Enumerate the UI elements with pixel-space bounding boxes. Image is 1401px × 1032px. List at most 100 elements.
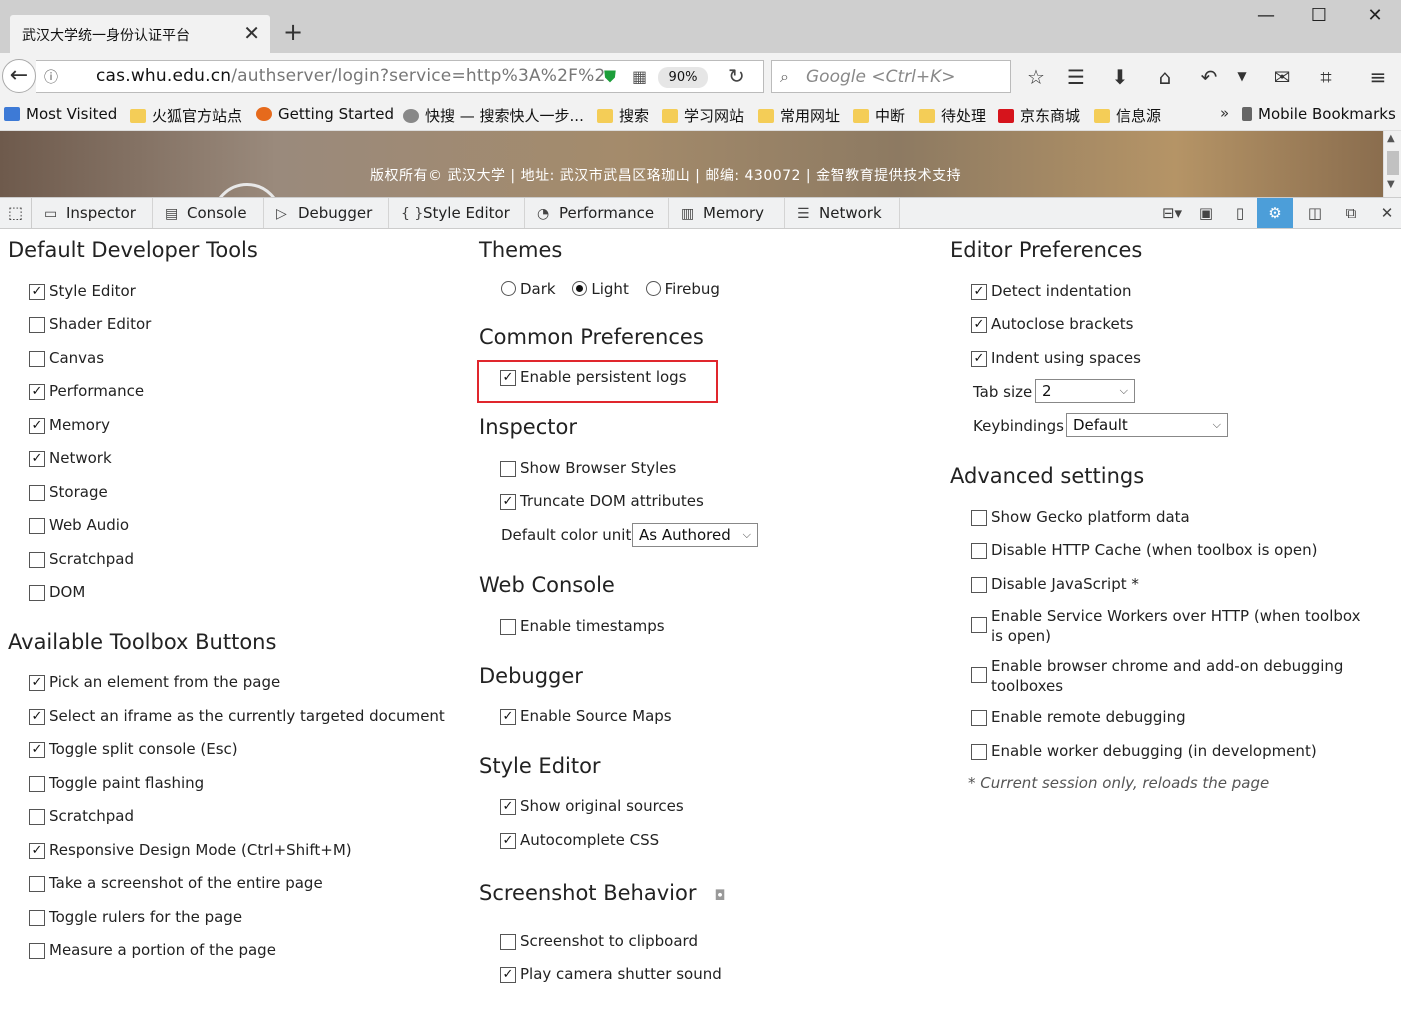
checkbox[interactable] [500, 461, 516, 477]
bookmark-item[interactable]: 信息源 [1094, 105, 1161, 126]
theme-radio-firebug[interactable] [645, 281, 661, 296]
checkbox[interactable]: ✓ [29, 418, 45, 434]
checkbox[interactable] [29, 351, 45, 367]
checkbox-option[interactable]: Disable JavaScript * [971, 575, 1139, 593]
settings-icon[interactable]: ⚙ [1257, 198, 1293, 228]
checkbox[interactable]: ✓ [500, 370, 516, 386]
minimize-button[interactable]: — [1246, 2, 1286, 30]
close-toolbox-icon[interactable]: ✕ [1369, 198, 1401, 228]
checkbox[interactable] [29, 518, 45, 534]
checkbox-option[interactable]: Storage [29, 483, 108, 501]
new-tab-button[interactable]: + [283, 18, 303, 46]
checkbox-option[interactable]: ✓ Indent using spaces [971, 349, 1141, 367]
color-unit-select[interactable]: As Authored ⌵ [632, 523, 758, 547]
bookmarks-overflow-button[interactable]: » [1220, 104, 1229, 122]
bookmark-item[interactable]: 京东商城 [998, 105, 1080, 126]
checkbox[interactable] [29, 943, 45, 959]
tab-debugger[interactable]: ▷ Debugger [264, 198, 389, 228]
checkbox-option[interactable]: Web Audio [29, 516, 129, 534]
checkbox[interactable]: ✓ [29, 384, 45, 400]
search-bar[interactable]: ⌕ Google <Ctrl+K> [771, 60, 1011, 93]
checkbox-option[interactable]: ✓ Toggle split console (Esc) [29, 740, 238, 758]
checkbox[interactable] [29, 585, 45, 601]
theme-radio-dark[interactable] [501, 281, 516, 296]
checkbox[interactable]: ✓ [29, 742, 45, 758]
bookmark-item[interactable]: Most Visited [4, 105, 117, 123]
keybindings-select[interactable]: Default ⌵ [1066, 413, 1228, 437]
checkbox-option[interactable]: Scratchpad [29, 807, 134, 825]
checkbox-option[interactable]: ✓ Style Editor [29, 282, 136, 300]
tab-inspector[interactable]: ▭ Inspector [32, 198, 153, 228]
scroll-up-icon[interactable]: ▲ [1387, 133, 1395, 144]
bookmark-item[interactable]: 学习网站 [662, 105, 744, 126]
bookmark-item[interactable]: 快搜 — 搜索快人一步... [403, 105, 584, 126]
checkbox-option[interactable]: Enable timestamps [500, 617, 665, 635]
checkbox-option[interactable]: ✓ Show original sources [500, 797, 684, 815]
checkbox[interactable] [971, 744, 987, 760]
checkbox-option[interactable]: Take a screenshot of the entire page [29, 874, 323, 892]
checkbox[interactable]: ✓ [500, 967, 516, 983]
bookmark-item[interactable]: 中断 [853, 105, 905, 126]
checkbox-option[interactable]: ✓ Enable Source Maps [500, 707, 672, 725]
checkbox-option[interactable]: ✓ Memory [29, 416, 110, 434]
checkbox[interactable] [500, 934, 516, 950]
tab-size-select[interactable]: 2 ⌵ [1035, 379, 1135, 403]
bookmark-item[interactable]: 搜索 [597, 105, 649, 126]
checkbox-option[interactable]: Enable Service Workers over HTTP (when t… [971, 606, 1371, 646]
element-picker-icon[interactable]: ⬚ [0, 198, 32, 228]
checkbox-option[interactable]: Shader Editor [29, 315, 151, 333]
downloads-icon[interactable]: ⬇ [1106, 65, 1134, 89]
checkbox-option[interactable]: Show Gecko platform data [971, 508, 1190, 526]
bookmark-star-icon[interactable]: ☆ [1022, 65, 1050, 89]
checkbox[interactable]: ✓ [500, 833, 516, 849]
bookmark-item[interactable]: 火狐官方站点 [130, 105, 242, 126]
checkbox-option[interactable]: ✓ Autoclose brackets [971, 315, 1133, 333]
checkbox[interactable]: ✓ [971, 317, 987, 333]
checkbox-option[interactable]: Show Browser Styles [500, 459, 676, 477]
checkbox-option[interactable]: ✓ Pick an element from the page [29, 673, 280, 691]
checkbox[interactable] [971, 710, 987, 726]
checkbox[interactable]: ✓ [29, 451, 45, 467]
checkbox[interactable]: ✓ [29, 843, 45, 859]
checkbox-option[interactable]: ✓ Select an iframe as the currently targe… [29, 707, 445, 725]
chat-icon[interactable]: ✉ [1268, 65, 1296, 89]
checkbox[interactable] [29, 910, 45, 926]
checkbox[interactable] [29, 317, 45, 333]
back-button[interactable]: ← [2, 59, 36, 93]
checkbox-option[interactable]: Disable HTTP Cache (when toolbox is open… [971, 541, 1317, 559]
site-info-icon[interactable]: ⓘ [44, 67, 58, 87]
tab-style-editor[interactable]: { }Style Editor [389, 198, 525, 228]
tab-memory[interactable]: ▥ Memory [669, 198, 785, 228]
checkbox[interactable] [971, 617, 987, 633]
dock-side-icon[interactable]: ◫ [1297, 198, 1333, 228]
frame-selector-icon[interactable]: ⊟▾ [1152, 198, 1192, 228]
checkbox[interactable]: ✓ [29, 709, 45, 725]
qr-code-icon[interactable]: ▦ [632, 67, 647, 86]
mobile-bookmarks[interactable]: Mobile Bookmarks [1242, 105, 1396, 123]
checkbox-option[interactable]: ✓ Responsive Design Mode (Ctrl+Shift+M) [29, 841, 352, 859]
checkbox-option[interactable]: Toggle paint flashing [29, 774, 204, 792]
checkbox-option[interactable]: Toggle rulers for the page [29, 908, 242, 926]
checkbox-option[interactable]: Enable worker debugging (in development) [971, 742, 1317, 760]
checkbox[interactable] [29, 876, 45, 892]
checkbox[interactable]: ✓ [500, 709, 516, 725]
url-text[interactable]: cas.whu.edu.cn/authserver/login?service=… [96, 66, 606, 86]
checkbox-option[interactable]: ✓ Enable persistent logs [500, 368, 687, 386]
split-console-icon[interactable]: ▣ [1188, 198, 1224, 228]
checkbox[interactable] [29, 485, 45, 501]
menu-icon[interactable]: ≡ [1364, 65, 1392, 89]
checkbox-option[interactable]: Canvas [29, 349, 104, 367]
checkbox[interactable] [500, 619, 516, 635]
checkbox-option[interactable]: ✓ Truncate DOM attributes [500, 492, 704, 510]
scroll-down-icon[interactable]: ▼ [1387, 179, 1395, 190]
crop-icon[interactable]: ⌗ [1312, 65, 1340, 89]
checkbox-option[interactable]: Measure a portion of the page [29, 941, 276, 959]
checkbox-option[interactable]: DOM [29, 583, 85, 601]
checkbox-option[interactable]: Enable remote debugging [971, 708, 1186, 726]
checkbox[interactable] [971, 510, 987, 526]
tab-console[interactable]: ▤ Console [153, 198, 264, 228]
checkbox[interactable] [971, 543, 987, 559]
checkbox-option[interactable]: ✓ Detect indentation [971, 282, 1132, 300]
bookmark-item[interactable]: 常用网址 [758, 105, 840, 126]
tab-network[interactable]: ☰ Network [785, 198, 900, 228]
